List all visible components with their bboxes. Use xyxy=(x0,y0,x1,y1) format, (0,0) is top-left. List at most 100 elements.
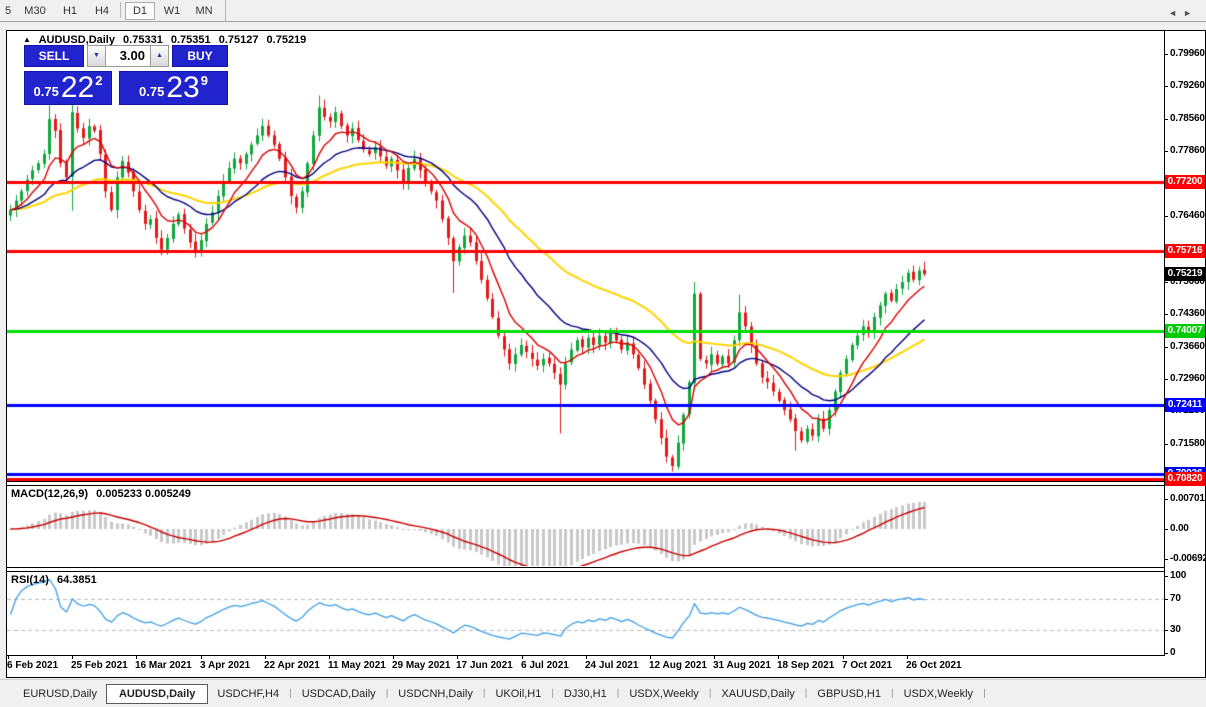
macd-tick-label: -0.00692 xyxy=(1170,553,1206,564)
price-badge: 0.72411 xyxy=(1165,398,1205,412)
date-tick xyxy=(586,656,587,659)
one-click-trade-panel: SELL ▼ 3.00 ▲ BUY 0.75 22 2 0.75 23 9 xyxy=(24,45,228,105)
date-label: 31 Aug 2021 xyxy=(713,660,771,671)
rsi-tick-label: 100 xyxy=(1170,570,1187,581)
date-label: 6 Jul 2021 xyxy=(521,660,569,671)
tab-scroll-left-icon[interactable]: ◄ xyxy=(1168,8,1183,18)
tab-separator: | xyxy=(385,688,389,699)
date-tick xyxy=(843,656,844,659)
rsi-tick xyxy=(1164,599,1168,600)
rsi-tick-label: 0 xyxy=(1170,647,1176,658)
timeframe-button-w1[interactable]: W1 xyxy=(157,2,187,20)
buy-button[interactable]: BUY xyxy=(172,45,228,67)
rsi-tick-label: 30 xyxy=(1170,624,1181,635)
sell-price-display[interactable]: 0.75 22 2 xyxy=(24,71,112,105)
toolbar-separator xyxy=(120,2,121,18)
rsi-label: RSI(14) xyxy=(11,574,49,586)
rsi-canvas[interactable] xyxy=(7,572,1164,655)
date-tick xyxy=(329,656,330,659)
date-tick xyxy=(8,656,9,659)
chart-tab-ukoil-h1[interactable]: UKOil,H1 xyxy=(486,685,550,703)
sell-price-small: 0.75 xyxy=(33,84,59,99)
chart-tab-xauusd-daily[interactable]: XAUUSD,Daily xyxy=(712,685,803,703)
chart-close-value: 0.75219 xyxy=(266,34,307,46)
price-tick-label: 0.77860 xyxy=(1170,145,1205,156)
date-tick xyxy=(907,656,908,659)
toolbar-separator xyxy=(225,0,226,21)
volume-increase-button[interactable]: ▲ xyxy=(150,45,169,67)
chart-tab-usdchf-h4[interactable]: USDCHF,H4 xyxy=(208,685,288,703)
macd-title-row: MACD(12,26,9) 0.005233 0.005249 xyxy=(11,488,196,502)
macd-tick-label: 0.00 xyxy=(1170,523,1189,534)
tab-scroll-arrows[interactable]: ◄► xyxy=(1168,8,1198,18)
chart-tab-gbpusd-h1[interactable]: GBPUSD,H1 xyxy=(808,685,890,703)
timeframe-button-5[interactable]: 5 xyxy=(1,2,15,20)
price-tick xyxy=(1164,282,1168,283)
collapse-arrow-icon[interactable]: ▲ xyxy=(23,35,31,44)
price-tick xyxy=(1164,379,1168,380)
date-label: 3 Apr 2021 xyxy=(200,660,251,671)
date-tick xyxy=(522,656,523,659)
chart-window-inner: ▲ AUDUSD,Daily 0.75331 0.75351 0.75127 0… xyxy=(7,31,1206,677)
buy-price-sup: 9 xyxy=(200,73,208,88)
tab-separator: | xyxy=(708,688,712,699)
chart-tab-usdcad-daily[interactable]: USDCAD,Daily xyxy=(293,685,385,703)
macd-tick-label: 0.007015 xyxy=(1170,493,1206,504)
timeframe-button-h1[interactable]: H1 xyxy=(55,2,85,20)
buy-price-small: 0.75 xyxy=(139,84,165,99)
macd-tick xyxy=(1164,529,1168,530)
timeframe-toolbar: 5 M30 H1 H4 D1 W1 MN xyxy=(0,0,1206,22)
price-tick xyxy=(1164,119,1168,120)
chart-tabs: EURUSD,Daily AUDUSD,Daily USDCHF,H4 | USDCAD… xyxy=(0,679,1206,707)
date-tick xyxy=(714,656,715,659)
sell-price-big: 22 xyxy=(60,71,95,104)
chart-tab-eurusd-daily[interactable]: EURUSD,Daily xyxy=(14,685,106,703)
chart-tab-dj30-h1[interactable]: DJ30,H1 xyxy=(555,685,616,703)
price-tick-label: 0.76460 xyxy=(1170,210,1205,221)
date-label: 16 Mar 2021 xyxy=(135,660,192,671)
macd-label: MACD(12,26,9) xyxy=(11,488,89,500)
rsi-title-row: RSI(14) 64.3851 xyxy=(11,574,102,588)
buy-price-display[interactable]: 0.75 23 9 xyxy=(119,71,228,105)
price-badge: 0.70820 xyxy=(1165,472,1205,486)
price-tick-label: 0.79960 xyxy=(1170,48,1205,59)
rsi-value: 64.3851 xyxy=(56,574,97,586)
price-tick-label: 0.74360 xyxy=(1170,308,1205,319)
mt4-app: 5 M30 H1 H4 D1 W1 MN ▲ AUDUSD,Daily 0.75331 0.… xyxy=(0,0,1206,707)
sell-price-sup: 2 xyxy=(95,73,103,88)
date-label: 6 Feb 2021 xyxy=(7,660,59,671)
volume-decrease-button[interactable]: ▼ xyxy=(87,45,106,67)
chart-tab-usdx-weekly[interactable]: USDX,Weekly xyxy=(620,685,707,703)
price-badge: 0.74007 xyxy=(1165,324,1205,338)
date-label: 18 Sep 2021 xyxy=(777,660,835,671)
date-label: 25 Feb 2021 xyxy=(71,660,128,671)
tab-scroll-right-icon[interactable]: ► xyxy=(1183,8,1198,18)
timeframe-button-d1[interactable]: D1 xyxy=(125,2,155,20)
macd-tick xyxy=(1164,499,1168,500)
price-axis[interactable]: 0.79960 0.79260 0.78560 0.77860 0.76460 0.750… xyxy=(1164,31,1206,658)
price-tick xyxy=(1164,54,1168,55)
price-tick-label: 0.73660 xyxy=(1170,341,1205,352)
date-axis[interactable]: 6 Feb 2021 25 Feb 2021 16 Mar 2021 3 Apr 20… xyxy=(7,656,1164,676)
rsi-tick-label: 70 xyxy=(1170,593,1181,604)
date-label: 7 Oct 2021 xyxy=(842,660,893,671)
tab-separator: | xyxy=(616,688,620,699)
price-tick xyxy=(1164,151,1168,152)
rsi-tick xyxy=(1164,576,1168,577)
chart-tab-usdx-weekly[interactable]: USDX,Weekly xyxy=(895,685,982,703)
date-tick xyxy=(457,656,458,659)
timeframe-button-m30[interactable]: M30 xyxy=(17,2,53,20)
macd-tick xyxy=(1164,559,1168,560)
timeframe-button-h4[interactable]: H4 xyxy=(87,2,117,20)
volume-input[interactable]: 3.00 xyxy=(106,45,150,67)
date-label: 26 Oct 2021 xyxy=(906,660,962,671)
sell-button[interactable]: SELL xyxy=(24,45,84,67)
rsi-tick xyxy=(1164,630,1168,631)
date-label: 11 May 2021 xyxy=(328,660,386,671)
date-tick xyxy=(650,656,651,659)
chart-tab-audusd-daily[interactable]: AUDUSD,Daily xyxy=(105,683,209,704)
price-badge: 0.77200 xyxy=(1165,175,1205,189)
buy-price-big: 23 xyxy=(166,71,200,104)
timeframe-button-mn[interactable]: MN xyxy=(189,2,219,20)
chart-tab-usdcnh-daily[interactable]: USDCNH,Daily xyxy=(389,685,482,703)
